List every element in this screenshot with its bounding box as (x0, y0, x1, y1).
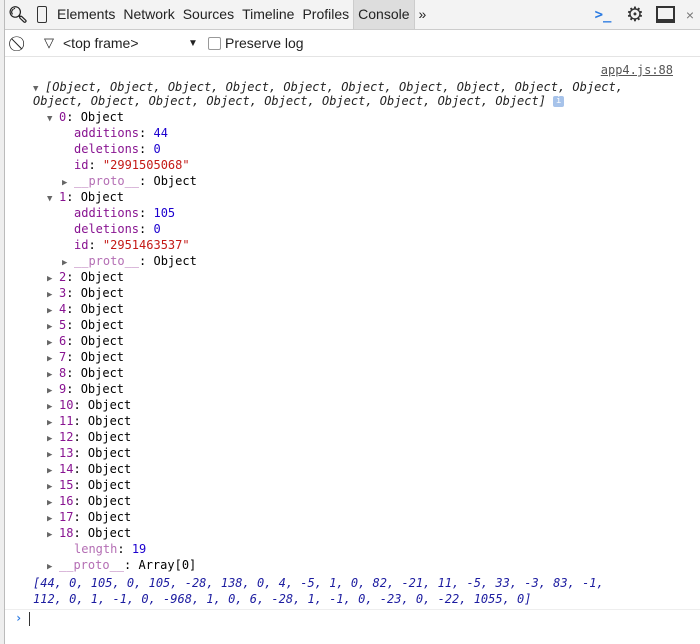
close-icon[interactable]: × (680, 7, 700, 23)
object-entry[interactable]: ▶ 17: Object (47, 509, 131, 525)
object-entry[interactable]: ▶ 4: Object (47, 301, 124, 317)
array-data-cont: 112, 0, 1, -1, 0, -968, 1, 0, 6, -28, 1,… (33, 592, 532, 606)
object-entry[interactable]: ▶ 9: Object (47, 381, 124, 397)
dock-icon[interactable] (650, 6, 680, 24)
frame-select[interactable]: <top frame> (63, 35, 188, 51)
device-mode-icon[interactable] (31, 6, 53, 24)
proto-entry[interactable]: ▶ __proto__: Object (62, 253, 197, 269)
console-prompt[interactable]: › (15, 610, 31, 626)
object-entry[interactable]: ▶ 15: Object (47, 477, 131, 493)
property-id: id: "2951463537" (74, 238, 190, 252)
object-entry[interactable]: ▶ 12: Object (47, 429, 131, 445)
expand-arrow-icon[interactable]: ▶ (47, 559, 59, 575)
frame-dropdown-icon[interactable]: ▼ (188, 38, 208, 49)
info-icon[interactable]: i (553, 96, 565, 107)
object-entry[interactable]: ▶ 7: Object (47, 349, 124, 365)
property-additions: additions: 44 (74, 126, 168, 140)
search-icon[interactable]: 🔍︎ (5, 5, 31, 25)
tab-sources[interactable]: Sources (179, 0, 238, 29)
console-output: app4.js:88 ▼ [Object, Object, Object, Obj… (5, 57, 700, 644)
expand-arrow-icon[interactable]: ▶ (47, 527, 59, 543)
console-input-cursor[interactable] (29, 611, 31, 626)
object-entry[interactable]: ▶ 16: Object (47, 493, 131, 509)
clear-console-icon[interactable]: ⃠ (5, 35, 35, 52)
devtools-tabbar: 🔍︎ Elements Network Sources Timeline Pro… (5, 0, 700, 30)
tab-elements[interactable]: Elements (53, 0, 119, 29)
preserve-log-checkbox[interactable] (208, 36, 221, 50)
tab-console[interactable]: Console (353, 0, 415, 29)
collapse-arrow-icon[interactable]: ▼ (47, 111, 59, 127)
object-entry[interactable]: ▶ 3: Object (47, 285, 124, 301)
proto-entry[interactable]: ▶ __proto__: Object (62, 173, 197, 189)
property-length: length: 19 (74, 542, 147, 556)
tab-timeline[interactable]: Timeline (238, 0, 298, 29)
tab-profiles[interactable]: Profiles (298, 0, 353, 29)
property-id: id: "2991505068" (74, 158, 190, 172)
array-data: [44, 0, 105, 0, 105, -28, 138, 0, 4, -5,… (33, 576, 604, 590)
object-entry[interactable]: ▶ 2: Object (47, 269, 124, 285)
prompt-chevron-icon: › (15, 611, 23, 625)
object-entry[interactable]: ▶ 8: Object (47, 365, 124, 381)
object-entry[interactable]: ▶ 5: Object (47, 317, 124, 333)
object-entry[interactable]: ▶ 10: Object (47, 397, 131, 413)
source-link[interactable]: app4.js:88 (601, 63, 673, 77)
console-drawer-icon[interactable]: >_ (586, 7, 620, 23)
more-tabs-button[interactable]: » (415, 0, 431, 29)
collapse-arrow-icon[interactable]: ▼ (47, 191, 59, 207)
object-entry[interactable]: ▶ 6: Object (47, 333, 124, 349)
object-entry[interactable]: ▶ 11: Object (47, 413, 131, 429)
gear-icon[interactable]: ⚙ (620, 2, 650, 27)
array-proto-entry[interactable]: ▶ __proto__: Array[0] (47, 557, 196, 573)
property-deletions: deletions: 0 (74, 142, 161, 156)
property-additions: additions: 105 (74, 206, 176, 220)
array-summary-cont: Object, Object, Object, Object, Object, … (33, 93, 565, 109)
filter-icon[interactable]: ▽ (35, 35, 63, 51)
object-entry[interactable]: ▼ 0: Object (47, 109, 124, 125)
property-deletions: deletions: 0 (74, 222, 161, 236)
console-toolbar: ⃠ ▽ <top frame> ▼ Preserve log (5, 30, 700, 57)
object-entry[interactable]: ▶ 14: Object (47, 461, 131, 477)
object-entry[interactable]: ▶ 18: Object (47, 525, 131, 541)
preserve-log-label: Preserve log (225, 35, 304, 51)
tab-network[interactable]: Network (119, 0, 178, 29)
object-entry[interactable]: ▶ 13: Object (47, 445, 131, 461)
object-entry[interactable]: ▼ 1: Object (47, 189, 124, 205)
